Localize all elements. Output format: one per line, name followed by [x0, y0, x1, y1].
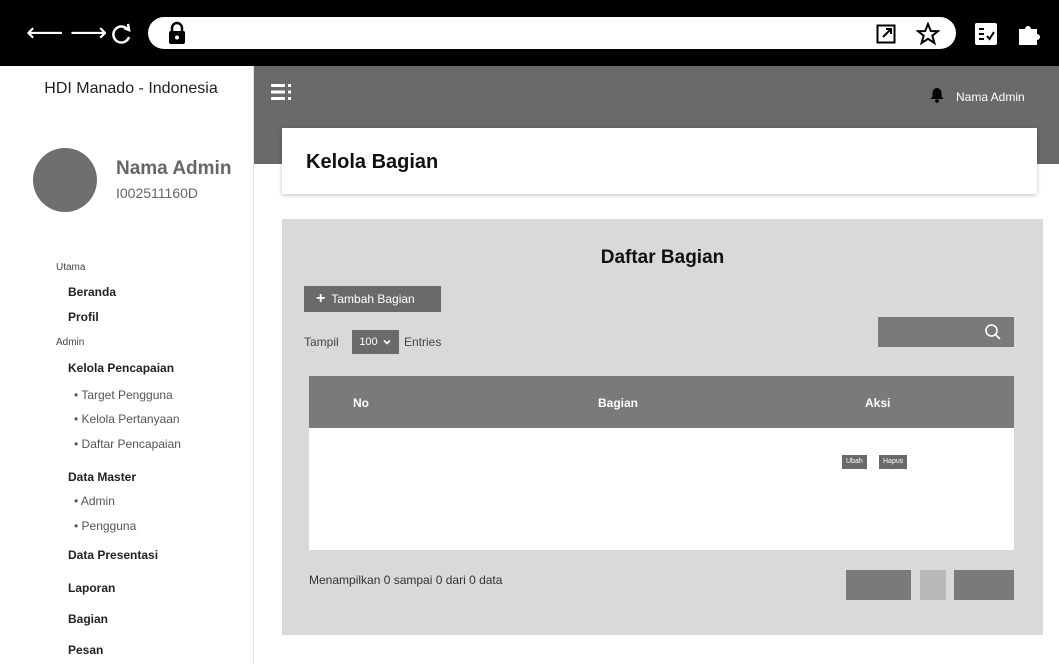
page-title: Kelola Bagian: [306, 151, 439, 173]
chevron-down-icon: [383, 339, 391, 345]
star-icon[interactable]: [916, 22, 940, 46]
table-info: Menampilkan 0 sampai 0 dari 0 data: [309, 573, 503, 587]
avatar: [33, 148, 97, 212]
plus-icon: +: [316, 290, 326, 307]
lock-icon: [169, 21, 185, 44]
topbar-user-name[interactable]: Nama Admin: [956, 90, 1025, 104]
bell-icon[interactable]: [929, 87, 945, 103]
entries-label: Entries: [404, 335, 442, 349]
admin-name: Nama Admin: [116, 158, 232, 179]
search-icon[interactable]: [984, 323, 1002, 341]
pagination-page-button[interactable]: [920, 570, 946, 600]
address-bar[interactable]: [148, 17, 956, 49]
page-title-card: Kelola Bagian: [282, 128, 1037, 194]
hamburger-menu-icon[interactable]: [271, 83, 291, 101]
pagination-next-button[interactable]: [954, 570, 1014, 600]
section-label-utama: Utama: [56, 262, 86, 273]
sidebar-subitem-target-pengguna[interactable]: • Target Pengguna: [74, 388, 173, 402]
column-header-bagian: Bagian: [598, 396, 639, 410]
sidebar-item-data-master[interactable]: Data Master: [68, 470, 136, 484]
admin-id: I002511160D: [116, 185, 198, 201]
bagian-table: No Bagian Aksi: [309, 376, 1014, 550]
entries-select[interactable]: 100: [352, 330, 399, 354]
section-label-admin: Admin: [56, 337, 85, 348]
browser-toolbar: ⟵ ⟶: [0, 0, 1059, 66]
panel-title: Daftar Bagian: [600, 247, 725, 268]
sidebar-item-beranda[interactable]: Beranda: [68, 285, 116, 299]
show-label: Tampil: [304, 335, 339, 349]
sidebar: HDI Manado - Indonesia Nama Admin I00251…: [8, 66, 254, 664]
sidebar-item-bagian[interactable]: Bagian: [68, 612, 108, 626]
sidebar-item-profil[interactable]: Profil: [68, 310, 99, 324]
table-header: No Bagian Aksi: [309, 376, 1014, 428]
sidebar-subitem-kelola-pertanyaan[interactable]: • Kelola Pertanyaan: [74, 412, 180, 426]
top-bar: Nama Admin: [254, 66, 1059, 128]
open-external-icon[interactable]: [876, 24, 896, 44]
add-bagian-button[interactable]: + Tambah Bagian: [304, 286, 441, 312]
hapus-button[interactable]: Hapus: [879, 455, 908, 469]
search-input[interactable]: [878, 317, 1014, 347]
sidebar-subitem-pengguna[interactable]: • Pengguna: [74, 519, 136, 533]
puzzle-extension-icon[interactable]: [1016, 22, 1042, 46]
sidebar-item-data-presentasi[interactable]: Data Presentasi: [68, 548, 158, 562]
reload-icon[interactable]: [108, 22, 134, 46]
back-arrow-icon[interactable]: ⟵: [26, 20, 63, 46]
add-bagian-label: Tambah Bagian: [331, 292, 415, 306]
sidebar-item-kelola-pencapaian[interactable]: Kelola Pencapaian: [68, 361, 174, 375]
forward-arrow-icon[interactable]: ⟶: [70, 20, 107, 46]
column-header-no: No: [353, 396, 369, 410]
brand-title: HDI Manado - Indonesia: [44, 80, 218, 97]
column-header-aksi: Aksi: [865, 396, 891, 410]
reading-list-icon[interactable]: [974, 22, 998, 46]
sidebar-subitem-admin[interactable]: • Admin: [74, 494, 115, 508]
pagination-previous-button[interactable]: [846, 570, 911, 600]
ubah-button[interactable]: Ubah: [842, 455, 867, 469]
sidebar-subitem-daftar-pencapaian[interactable]: • Daftar Pencapaian: [74, 437, 181, 451]
sidebar-item-pesan[interactable]: Pesan: [68, 643, 103, 657]
sidebar-item-laporan[interactable]: Laporan: [68, 581, 115, 595]
daftar-bagian-panel: Daftar Bagian + Tambah Bagian Tampil 100…: [282, 219, 1043, 635]
entries-value: 100: [359, 336, 378, 348]
